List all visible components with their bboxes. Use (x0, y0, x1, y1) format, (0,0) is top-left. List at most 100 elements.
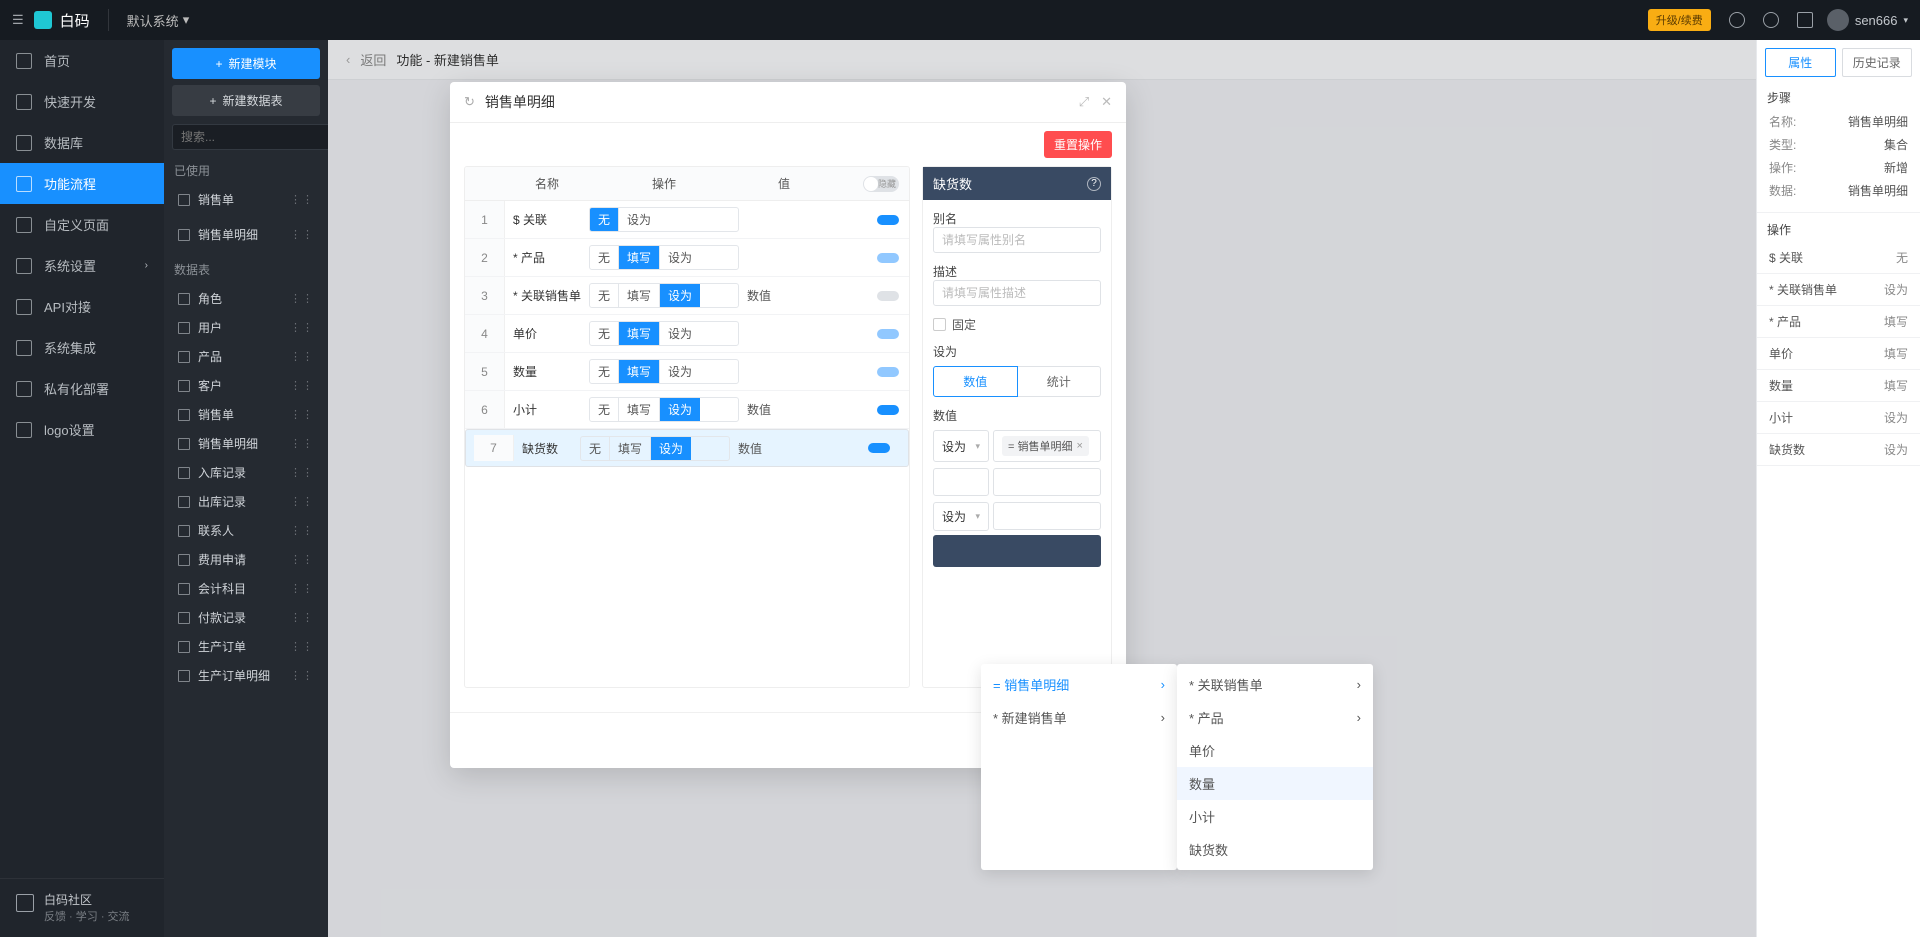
sidebar-item-logo[interactable]: logo设置 (0, 409, 164, 450)
list-item[interactable]: 生产订单⋮⋮ (172, 632, 320, 661)
list-item[interactable]: 销售单明细⋮⋮ (172, 429, 320, 458)
op-row[interactable]: * 关联销售单设为 (1757, 274, 1920, 306)
handle-icon[interactable]: ⋮⋮ (290, 524, 314, 537)
list-item[interactable]: 入库记录⋮⋮ (172, 458, 320, 487)
cascader-item[interactable]: = 销售单明细› (981, 668, 1177, 701)
handle-icon[interactable]: ⋮⋮ (290, 228, 314, 241)
search-input[interactable] (172, 124, 344, 150)
handle-icon[interactable]: ⋮⋮ (290, 466, 314, 479)
op-row[interactable]: 数量填写 (1757, 370, 1920, 402)
op-fill[interactable]: 填写 (619, 322, 660, 345)
alias-input[interactable] (933, 227, 1101, 253)
handle-icon[interactable]: ⋮⋮ (290, 408, 314, 421)
sidebar-item-flow[interactable]: 功能流程 (0, 163, 164, 204)
list-item[interactable]: 出库记录⋮⋮ (172, 487, 320, 516)
expand-icon[interactable]: ⤢ (1079, 94, 1089, 110)
hide-all-toggle[interactable]: 隐藏 (863, 176, 899, 192)
op-fill[interactable]: 填写 (610, 437, 651, 460)
list-item[interactable]: 生产订单明细⋮⋮ (172, 661, 320, 690)
list-item[interactable]: 费用申请⋮⋮ (172, 545, 320, 574)
handle-icon[interactable]: ⋮⋮ (290, 350, 314, 363)
desc-input[interactable] (933, 280, 1101, 306)
list-item[interactable]: 角色⋮⋮ (172, 284, 320, 313)
row-toggle[interactable] (820, 443, 900, 453)
list-item[interactable]: 用户⋮⋮ (172, 313, 320, 342)
handle-icon[interactable]: ⋮⋮ (290, 669, 314, 682)
list-item[interactable]: 会计科目⋮⋮ (172, 574, 320, 603)
cascader-item[interactable]: 缺货数 (1177, 833, 1373, 866)
value-select[interactable]: = 销售单明细 × (993, 430, 1101, 462)
table-row[interactable]: 7缺货数无填写设为数值 (465, 429, 909, 467)
seg-stat[interactable]: 统计 (1018, 366, 1102, 397)
handle-icon[interactable]: ⋮⋮ (290, 193, 314, 206)
tag-remove-icon[interactable]: × (1076, 440, 1082, 452)
list-item[interactable]: 销售单明细⋮⋮ (172, 220, 320, 249)
cloud-icon[interactable] (1763, 12, 1779, 28)
cascader-item[interactable]: * 关联销售单› (1177, 668, 1373, 701)
value-select-3[interactable] (993, 502, 1101, 530)
op-row[interactable]: 缺货数设为 (1757, 434, 1920, 466)
play-icon[interactable] (1729, 12, 1745, 28)
op-set[interactable]: 设为 (660, 246, 700, 269)
handle-icon[interactable]: ⋮⋮ (290, 553, 314, 566)
handle-icon[interactable]: ⋮⋮ (290, 582, 314, 595)
table-row[interactable]: 5数量无填写设为 (465, 353, 909, 391)
confirm-bar[interactable] (933, 535, 1101, 567)
row-toggle[interactable] (829, 291, 909, 301)
cascader-item[interactable]: 小计 (1177, 800, 1373, 833)
op-fill[interactable]: 填写 (619, 284, 660, 307)
cascader-item[interactable]: 数量 (1177, 767, 1373, 800)
new-table-button[interactable]: +新建数据表 (172, 85, 320, 116)
op-fill[interactable]: 填写 (619, 246, 660, 269)
row-toggle[interactable] (829, 405, 909, 415)
sidebar-item-home[interactable]: 首页 (0, 40, 164, 81)
list-item[interactable]: 产品⋮⋮ (172, 342, 320, 371)
user-menu[interactable]: sen666 ▾ (1827, 9, 1908, 31)
cascader-item[interactable]: * 产品› (1177, 701, 1373, 734)
upgrade-button[interactable]: 升级/续费 (1648, 9, 1711, 31)
op-set[interactable]: 设为 (660, 398, 700, 421)
list-item[interactable]: 联系人⋮⋮ (172, 516, 320, 545)
menu-toggle-icon[interactable]: ☰ (12, 12, 24, 28)
handle-icon[interactable]: ⋮⋮ (290, 495, 314, 508)
op-none[interactable]: 无 (590, 284, 619, 307)
op-none[interactable]: 无 (581, 437, 610, 460)
list-item[interactable]: 客户⋮⋮ (172, 371, 320, 400)
handle-icon[interactable]: ⋮⋮ (290, 611, 314, 624)
op-none[interactable]: 无 (590, 246, 619, 269)
op-fill[interactable]: 填写 (619, 360, 660, 383)
system-selector[interactable]: 默认系统 ▾ (127, 11, 190, 30)
op-set[interactable]: 设为 (651, 437, 691, 460)
help-icon[interactable] (1797, 12, 1813, 28)
help-icon[interactable]: ? (1087, 177, 1101, 191)
op-set[interactable]: 设为 (660, 284, 700, 307)
operator-select[interactable]: 设为 ▾ (933, 430, 989, 462)
fixed-checkbox[interactable]: 固定 (933, 316, 1101, 333)
handle-icon[interactable]: ⋮⋮ (290, 292, 314, 305)
reset-button[interactable]: 重置操作 (1044, 131, 1112, 158)
refresh-icon[interactable]: ↻ (464, 94, 475, 110)
sidebar-community[interactable]: 白码社区 反馈 · 学习 · 交流 (0, 878, 164, 937)
op-set[interactable]: 设为 (660, 322, 700, 345)
close-icon[interactable]: ✕ (1101, 94, 1112, 110)
sidebar-item-settings[interactable]: 系统设置› (0, 245, 164, 286)
tab-history[interactable]: 历史记录 (1842, 48, 1913, 77)
new-module-button[interactable]: +新建模块 (172, 48, 320, 79)
row-toggle[interactable] (829, 215, 909, 225)
handle-icon[interactable]: ⋮⋮ (290, 437, 314, 450)
list-item[interactable]: 销售单⋮⋮ (172, 400, 320, 429)
list-item[interactable]: 销售单⋮⋮ (172, 185, 320, 214)
cascader-item[interactable]: * 新建销售单› (981, 701, 1177, 734)
op-set[interactable]: 设为 (660, 360, 700, 383)
op-none[interactable]: 无 (590, 322, 619, 345)
op-none[interactable]: 无 (590, 360, 619, 383)
sidebar-item-quickdev[interactable]: 快速开发 (0, 81, 164, 122)
sidebar-item-deploy[interactable]: 私有化部署 (0, 368, 164, 409)
op-row[interactable]: * 产品填写 (1757, 306, 1920, 338)
operator-select-2[interactable] (933, 468, 989, 496)
row-toggle[interactable] (829, 367, 909, 377)
handle-icon[interactable]: ⋮⋮ (290, 379, 314, 392)
cascader-item[interactable]: 单价 (1177, 734, 1373, 767)
sidebar-item-integrate[interactable]: 系统集成 (0, 327, 164, 368)
table-row[interactable]: 6小计无填写设为数值 (465, 391, 909, 429)
